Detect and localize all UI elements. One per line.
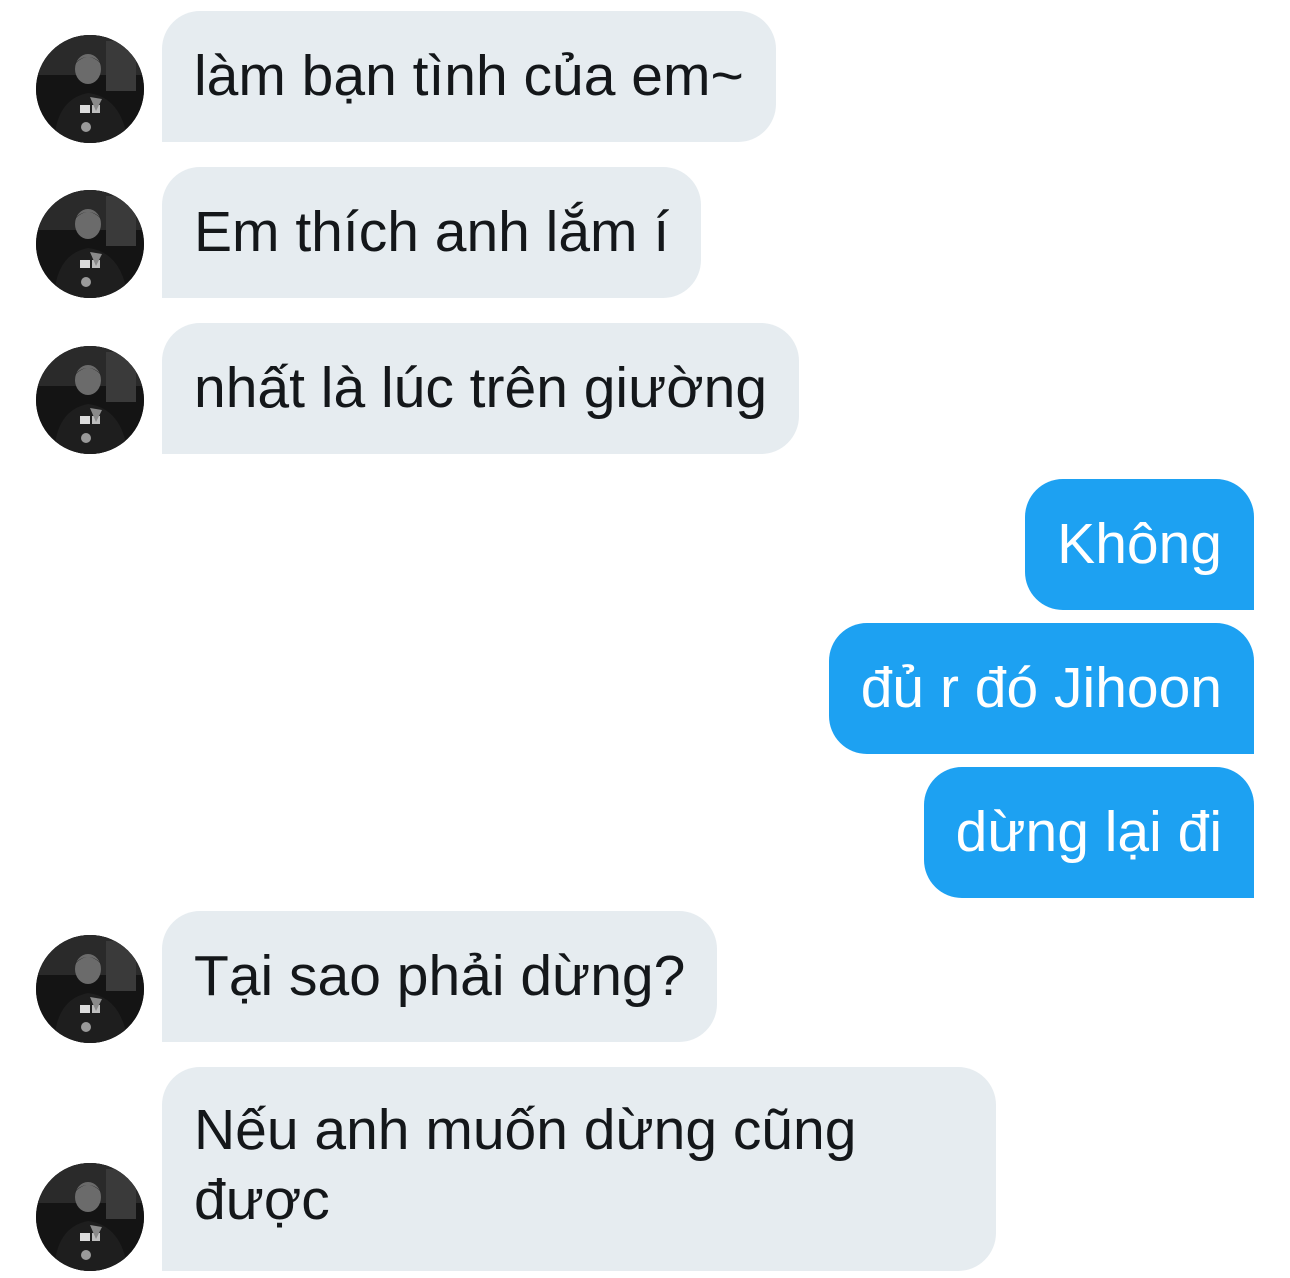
- message-bubble-incoming[interactable]: Nếu anh muốn dừng cũng được: [162, 1067, 996, 1271]
- contact-avatar-photo: [36, 935, 144, 1043]
- contact-avatar-photo: [36, 1163, 144, 1271]
- contact-avatar[interactable]: [36, 190, 144, 298]
- contact-avatar[interactable]: [36, 35, 144, 143]
- contact-avatar[interactable]: [36, 1163, 144, 1271]
- message-text-line: Nếu anh muốn dừng cũng: [194, 1098, 857, 1162]
- contact-avatar-photo: [36, 190, 144, 298]
- message-bubble-outgoing[interactable]: Không: [1025, 479, 1254, 610]
- contact-avatar-photo: [36, 346, 144, 454]
- message-text: Tại sao phải dừng?: [194, 944, 686, 1008]
- message-bubble-incoming[interactable]: nhất là lúc trên giường: [162, 323, 800, 454]
- message-text: đủ r đó Jihoon: [860, 656, 1222, 720]
- message-bubble-incoming[interactable]: làm bạn tình của em~: [162, 11, 776, 142]
- message-text: nhất là lúc trên giường: [194, 356, 768, 420]
- message-bubble-outgoing[interactable]: dừng lại đi: [923, 767, 1254, 898]
- message-text: làm bạn tình của em~: [194, 44, 744, 108]
- message-text: Không: [1057, 512, 1222, 576]
- contact-avatar[interactable]: [36, 935, 144, 1043]
- message-bubble-incoming[interactable]: Em thích anh lắm í: [162, 167, 702, 298]
- message-bubble-outgoing[interactable]: đủ r đó Jihoon: [828, 623, 1254, 754]
- message-text-line: được: [194, 1168, 330, 1232]
- message-text: dừng lại đi: [955, 800, 1222, 864]
- message-bubble-incoming[interactable]: Tại sao phải dừng?: [162, 911, 718, 1042]
- contact-avatar[interactable]: [36, 346, 144, 454]
- contact-avatar-photo: [36, 35, 144, 143]
- message-text: Em thích anh lắm í: [194, 200, 670, 264]
